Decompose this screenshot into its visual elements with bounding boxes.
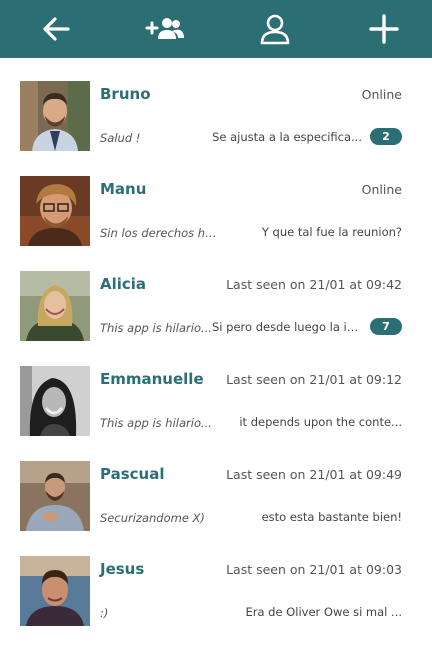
contact-status: Online xyxy=(361,182,402,197)
add-button[interactable] xyxy=(362,7,406,51)
contact-row[interactable]: Alicia Last seen on 21/01 at 09:42 This … xyxy=(0,271,432,366)
avatar xyxy=(20,461,90,531)
avatar xyxy=(20,556,90,626)
avatar xyxy=(20,366,90,436)
last-message: esto esta bastante bien! xyxy=(261,510,402,524)
contact-row[interactable]: Manu Online Sin los derechos hu... Y que… xyxy=(0,176,432,271)
last-message: it depends upon the conte... xyxy=(239,415,402,429)
profile-button[interactable] xyxy=(253,7,297,51)
contact-name: Manu xyxy=(100,180,147,198)
top-toolbar xyxy=(0,0,432,58)
contact-mood: Salud ! xyxy=(100,131,141,145)
back-button[interactable] xyxy=(34,7,78,51)
contact-name: Pascual xyxy=(100,465,165,483)
contact-status: Last seen on 21/01 at 09:42 xyxy=(226,277,402,292)
contact-mood: Securizandome X) xyxy=(100,511,205,525)
unread-badge: 2 xyxy=(370,128,402,145)
last-message: Y que tal fue la reunion? xyxy=(261,225,402,239)
contact-status: Last seen on 21/01 at 09:03 xyxy=(226,562,402,577)
contact-status: Last seen on 21/01 at 09:49 xyxy=(226,467,402,482)
contact-row[interactable]: Emmanuelle Last seen on 21/01 at 09:12 T… xyxy=(0,366,432,461)
last-message: Se ajusta a la especifica... xyxy=(212,130,362,144)
contact-row[interactable]: Jesus Last seen on 21/01 at 09:03 :) Era… xyxy=(0,556,432,651)
contact-status: Online xyxy=(361,87,402,102)
avatar xyxy=(20,81,90,151)
contact-mood: :) xyxy=(100,606,109,620)
contact-mood: This app is hilario... xyxy=(100,321,212,335)
user-icon xyxy=(260,14,289,45)
last-message: Era de Oliver Owe si mal ... xyxy=(245,605,402,619)
contact-name: Jesus xyxy=(100,560,145,578)
contact-mood: This app is hilario... xyxy=(100,416,212,430)
plus-icon xyxy=(369,14,399,44)
contact-name: Bruno xyxy=(100,85,151,103)
contact-list: Bruno Online Salud ! Se ajusta a la espe… xyxy=(0,58,432,651)
contact-status: Last seen on 21/01 at 09:12 xyxy=(226,372,402,387)
avatar xyxy=(20,271,90,341)
add-group-button[interactable] xyxy=(143,7,187,51)
add-group-icon xyxy=(145,18,185,39)
contact-row[interactable]: Bruno Online Salud ! Se ajusta a la espe… xyxy=(0,81,432,176)
contact-name: Emmanuelle xyxy=(100,370,204,388)
last-message: Si pero desde luego la in... xyxy=(212,320,362,334)
contact-mood: Sin los derechos hu... xyxy=(100,226,220,240)
contact-name: Alicia xyxy=(100,275,147,293)
avatar xyxy=(20,176,90,246)
contact-row[interactable]: Pascual Last seen on 21/01 at 09:49 Secu… xyxy=(0,461,432,556)
arrow-left-icon xyxy=(43,17,70,41)
unread-badge: 7 xyxy=(370,318,402,335)
